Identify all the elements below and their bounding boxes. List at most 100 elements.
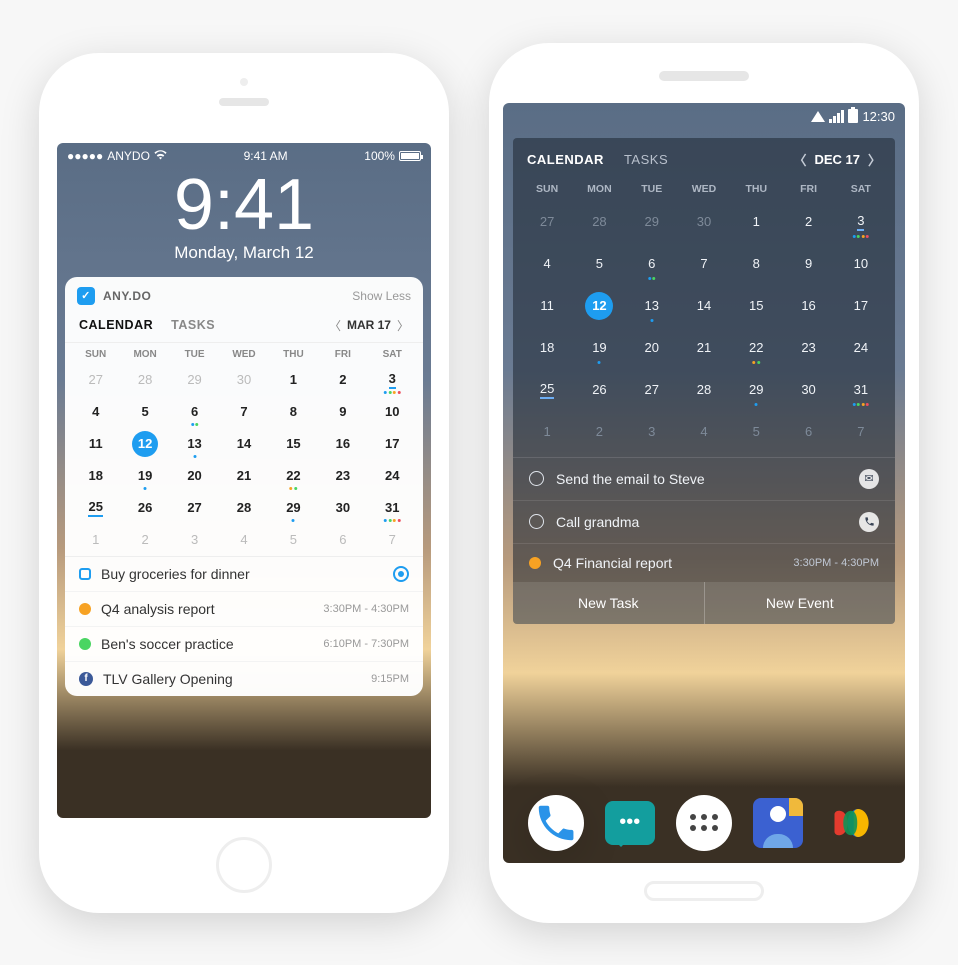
calendar-day[interactable]: 13 bbox=[626, 288, 678, 324]
checkbox-icon[interactable] bbox=[79, 568, 91, 580]
calendar-day[interactable]: 20 bbox=[626, 330, 678, 366]
prev-month-button[interactable]: 〈 bbox=[793, 150, 806, 169]
calendar-day[interactable]: 9 bbox=[782, 246, 834, 282]
calendar-day[interactable]: 3 bbox=[835, 204, 887, 240]
ios-calendar-grid[interactable]: 2728293012345678910111213141516171819202… bbox=[65, 364, 423, 556]
calendar-day[interactable]: 23 bbox=[782, 330, 834, 366]
calendar-day[interactable]: 30 bbox=[219, 365, 268, 395]
calendar-day[interactable]: 2 bbox=[782, 204, 834, 240]
android-calendar-grid[interactable]: 2728293012345678910111213141516171819202… bbox=[513, 201, 895, 453]
list-item[interactable]: Q4 Financial report3:30PM - 4:30PM bbox=[513, 543, 895, 582]
calendar-day[interactable]: 25 bbox=[71, 493, 120, 523]
calendar-day[interactable]: 5 bbox=[573, 246, 625, 282]
radio-icon[interactable] bbox=[529, 471, 544, 486]
calendar-day[interactable]: 27 bbox=[626, 372, 678, 408]
calendar-day[interactable]: 1 bbox=[730, 204, 782, 240]
calendar-day[interactable]: 3 bbox=[626, 414, 678, 450]
calendar-day[interactable]: 22 bbox=[269, 461, 318, 491]
task-row[interactable]: Q4 analysis report3:30PM - 4:30PM bbox=[65, 591, 423, 626]
calendar-day[interactable]: 10 bbox=[835, 246, 887, 282]
calendar-day[interactable]: 7 bbox=[678, 246, 730, 282]
calendar-day[interactable]: 30 bbox=[782, 372, 834, 408]
calendar-day[interactable]: 31 bbox=[835, 372, 887, 408]
calendar-day[interactable]: 5 bbox=[120, 397, 169, 427]
calendar-day[interactable]: 27 bbox=[71, 365, 120, 395]
calendar-day[interactable]: 28 bbox=[120, 365, 169, 395]
calendar-day[interactable]: 26 bbox=[573, 372, 625, 408]
calendar-day[interactable]: 14 bbox=[678, 288, 730, 324]
calendar-day[interactable]: 7 bbox=[835, 414, 887, 450]
calendar-day[interactable]: 29 bbox=[626, 204, 678, 240]
calendar-day[interactable]: 6 bbox=[626, 246, 678, 282]
calendar-day[interactable]: 9 bbox=[318, 397, 367, 427]
calendar-day[interactable]: 18 bbox=[521, 330, 573, 366]
target-icon[interactable] bbox=[393, 566, 409, 582]
calendar-day[interactable]: 6 bbox=[782, 414, 834, 450]
task-row[interactable]: fTLV Gallery Opening9:15PM bbox=[65, 661, 423, 696]
calendar-day[interactable]: 4 bbox=[219, 525, 268, 555]
calendar-day[interactable]: 10 bbox=[368, 397, 417, 427]
calendar-day[interactable]: 12 bbox=[573, 288, 625, 324]
calendar-day[interactable]: 31 bbox=[368, 493, 417, 523]
dock-contacts-icon[interactable] bbox=[753, 798, 803, 848]
calendar-day[interactable]: 15 bbox=[730, 288, 782, 324]
list-item[interactable]: Send the email to Steve✉ bbox=[513, 458, 895, 500]
calendar-day[interactable]: 3 bbox=[368, 365, 417, 395]
phone-icon[interactable] bbox=[859, 512, 879, 532]
calendar-day[interactable]: 15 bbox=[269, 429, 318, 459]
calendar-day[interactable]: 7 bbox=[219, 397, 268, 427]
anydo-widget-dark[interactable]: CALENDAR TASKS 〈 DEC 17 〉 SUNMONTUEWEDTH… bbox=[513, 138, 895, 624]
calendar-day[interactable]: 5 bbox=[730, 414, 782, 450]
calendar-day[interactable]: 3 bbox=[170, 525, 219, 555]
calendar-day[interactable]: 28 bbox=[678, 372, 730, 408]
calendar-day[interactable]: 23 bbox=[318, 461, 367, 491]
tab-tasks[interactable]: TASKS bbox=[171, 318, 215, 332]
dock-phone-icon[interactable] bbox=[528, 795, 584, 851]
calendar-day[interactable]: 19 bbox=[120, 461, 169, 491]
calendar-day[interactable]: 14 bbox=[219, 429, 268, 459]
calendar-day[interactable]: 4 bbox=[521, 246, 573, 282]
calendar-day[interactable]: 25 bbox=[521, 372, 573, 408]
calendar-day[interactable]: 27 bbox=[521, 204, 573, 240]
calendar-day[interactable]: 8 bbox=[269, 397, 318, 427]
show-less-button[interactable]: Show Less bbox=[352, 289, 411, 303]
calendar-day[interactable]: 1 bbox=[71, 525, 120, 555]
calendar-day[interactable]: 30 bbox=[318, 493, 367, 523]
calendar-day[interactable]: 11 bbox=[71, 429, 120, 459]
calendar-day[interactable]: 16 bbox=[782, 288, 834, 324]
calendar-day[interactable]: 18 bbox=[71, 461, 120, 491]
calendar-day[interactable]: 24 bbox=[368, 461, 417, 491]
calendar-day[interactable]: 29 bbox=[730, 372, 782, 408]
tab-calendar[interactable]: CALENDAR bbox=[527, 152, 604, 167]
calendar-day[interactable]: 27 bbox=[170, 493, 219, 523]
calendar-day[interactable]: 11 bbox=[521, 288, 573, 324]
calendar-day[interactable]: 6 bbox=[170, 397, 219, 427]
calendar-day[interactable]: 30 bbox=[678, 204, 730, 240]
prev-month-button[interactable]: 〈 bbox=[329, 317, 341, 334]
radio-icon[interactable] bbox=[529, 514, 544, 529]
calendar-day[interactable]: 1 bbox=[521, 414, 573, 450]
new-task-button[interactable]: New Task bbox=[513, 582, 705, 624]
dock-messages-icon[interactable]: ••• bbox=[605, 801, 655, 845]
calendar-day[interactable]: 28 bbox=[219, 493, 268, 523]
calendar-day[interactable]: 17 bbox=[368, 429, 417, 459]
next-month-button[interactable]: 〉 bbox=[397, 317, 409, 334]
next-month-button[interactable]: 〉 bbox=[868, 150, 881, 169]
task-row[interactable]: Ben's soccer practice6:10PM - 7:30PM bbox=[65, 626, 423, 661]
calendar-day[interactable]: 5 bbox=[269, 525, 318, 555]
calendar-day[interactable]: 6 bbox=[318, 525, 367, 555]
calendar-day[interactable]: 2 bbox=[120, 525, 169, 555]
calendar-day[interactable]: 13 bbox=[170, 429, 219, 459]
calendar-day[interactable]: 21 bbox=[219, 461, 268, 491]
calendar-day[interactable]: 8 bbox=[730, 246, 782, 282]
calendar-day[interactable]: 24 bbox=[835, 330, 887, 366]
list-item[interactable]: Call grandma bbox=[513, 500, 895, 543]
calendar-day[interactable]: 2 bbox=[318, 365, 367, 395]
calendar-day[interactable]: 29 bbox=[170, 365, 219, 395]
task-row[interactable]: Buy groceries for dinner bbox=[65, 557, 423, 591]
dock-apps-icon[interactable] bbox=[676, 795, 732, 851]
calendar-day[interactable]: 26 bbox=[120, 493, 169, 523]
new-event-button[interactable]: New Event bbox=[705, 582, 896, 624]
calendar-day[interactable]: 12 bbox=[120, 429, 169, 459]
calendar-day[interactable]: 4 bbox=[678, 414, 730, 450]
